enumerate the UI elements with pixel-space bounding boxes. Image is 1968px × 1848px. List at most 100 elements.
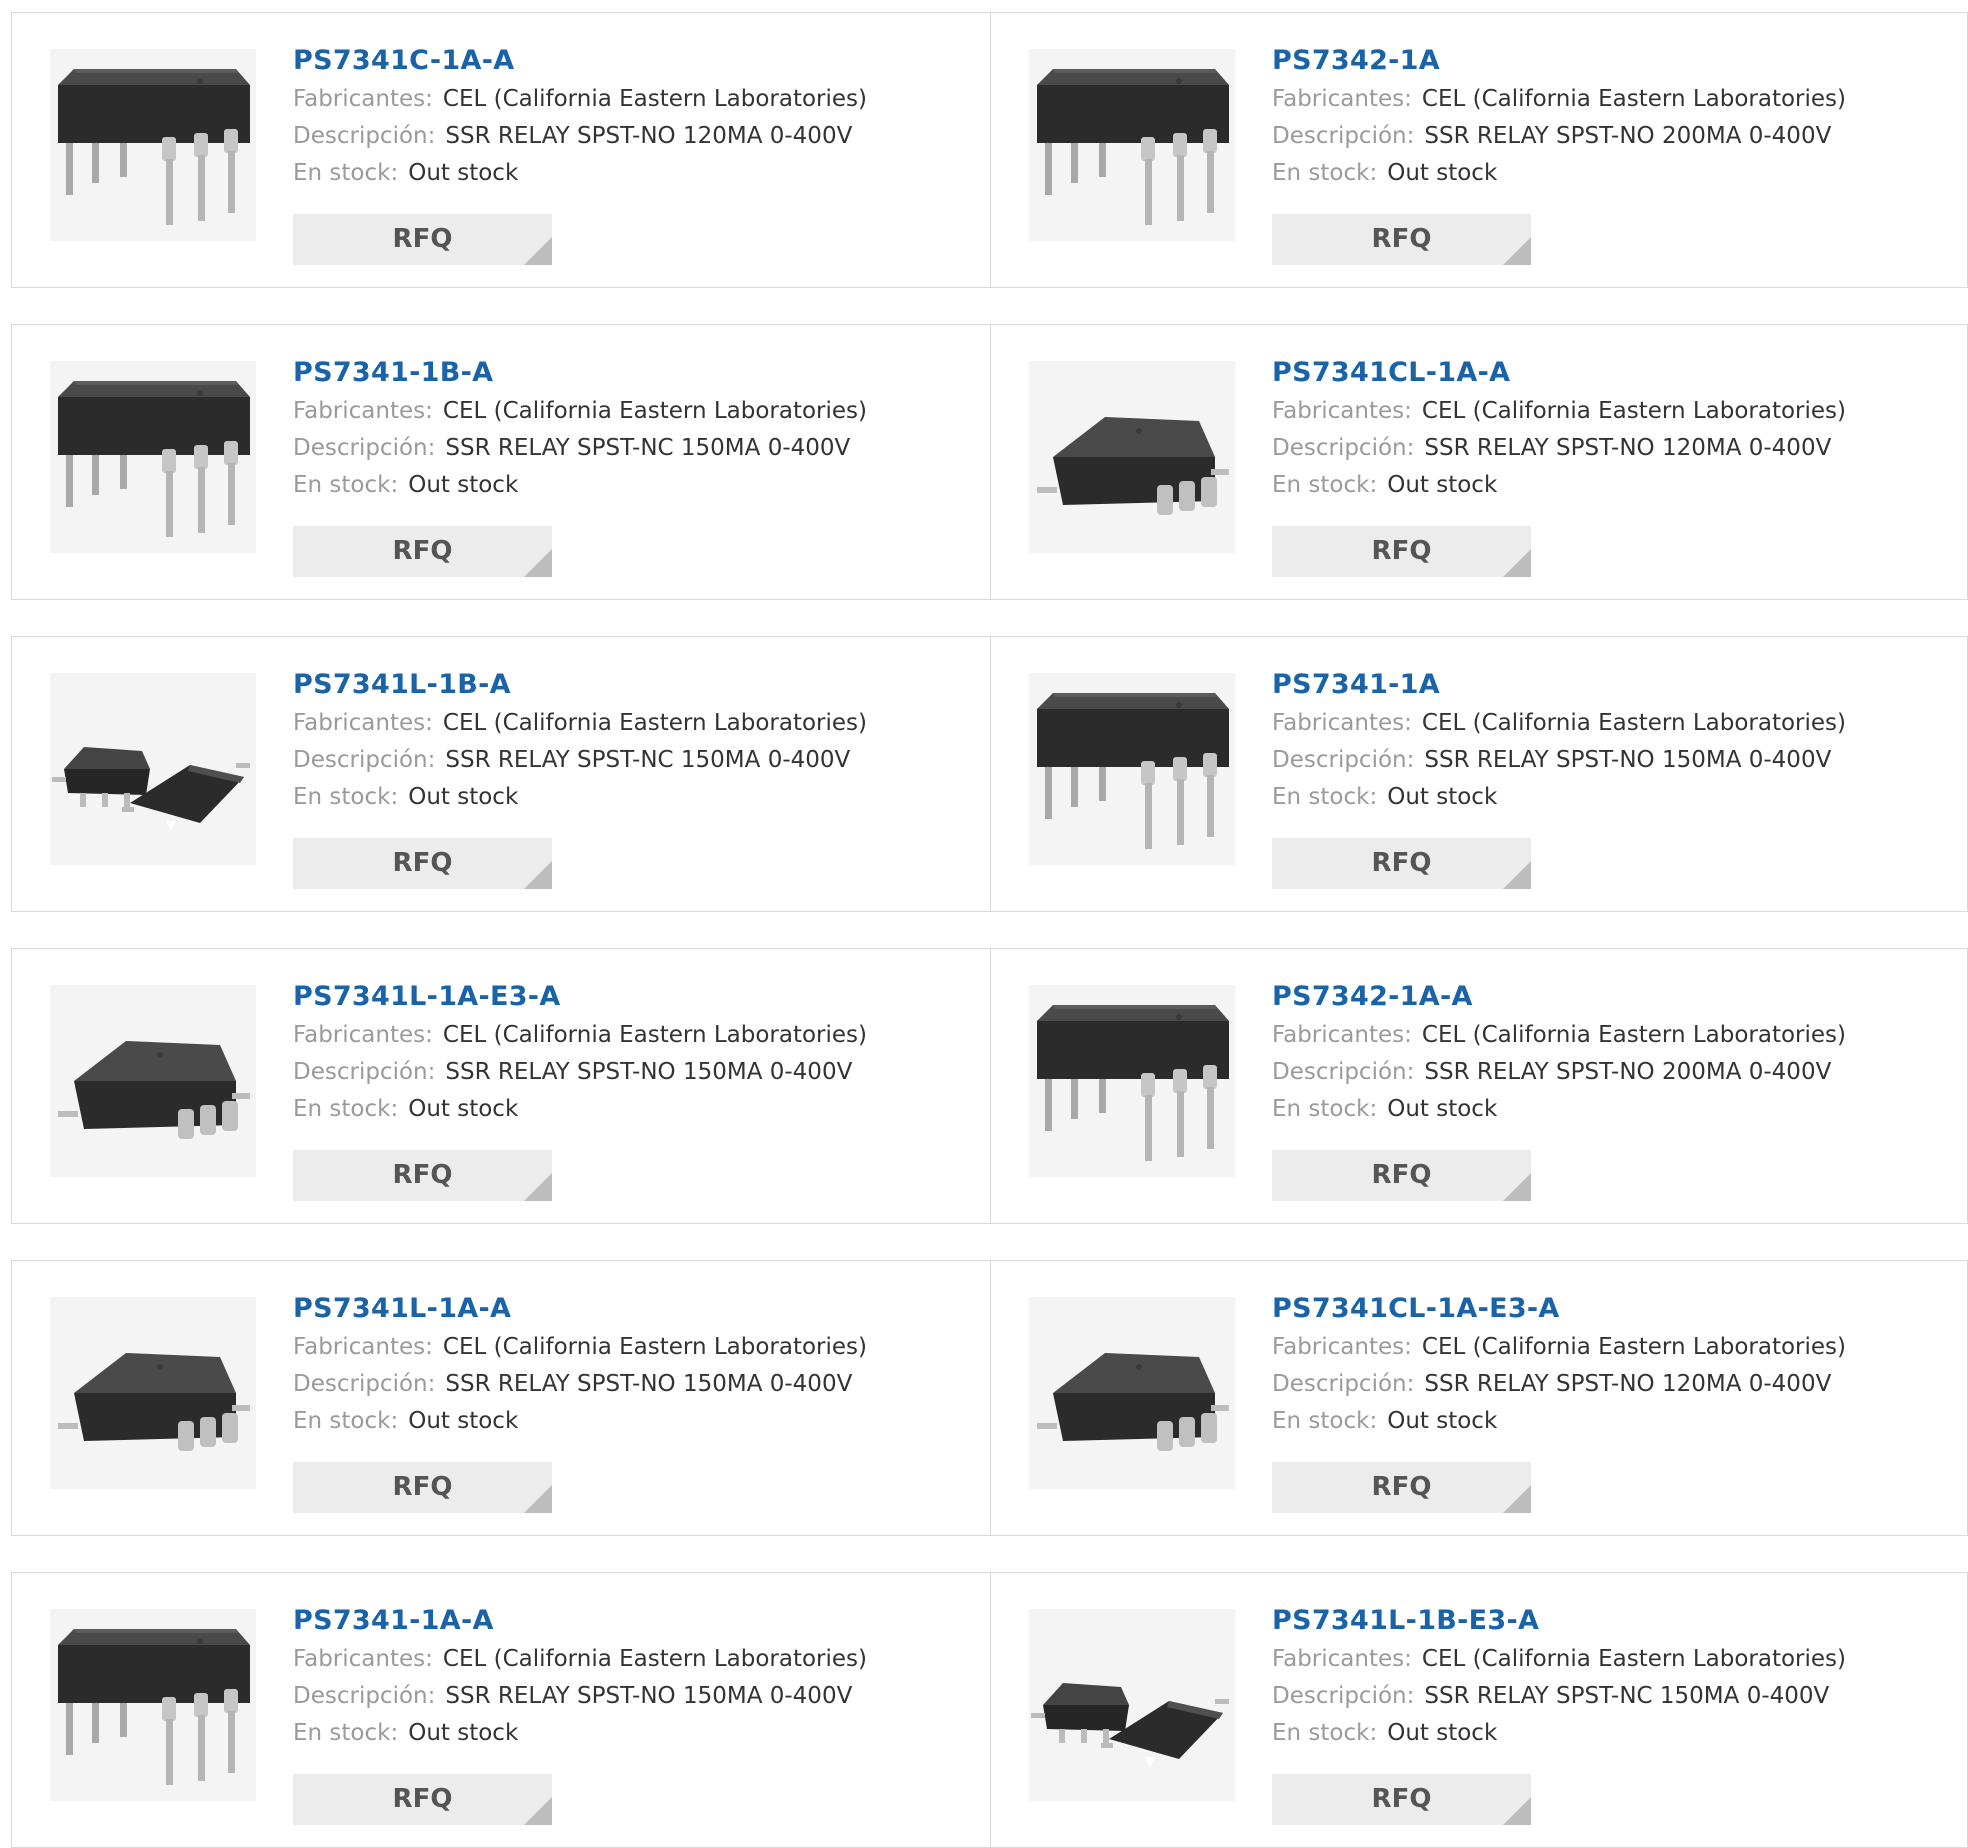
product-image[interactable] bbox=[50, 361, 256, 553]
stock-value: Out stock bbox=[408, 1408, 519, 1434]
part-number-link[interactable]: PS7341CL-1A-E3-A bbox=[1272, 1289, 1932, 1329]
stock-row: En stock: Out stock bbox=[1272, 155, 1932, 192]
product-row: PS7341-1B-A Fabricantes: CEL (California E… bbox=[11, 324, 1968, 600]
description-row: Descripción: SSR RELAY SPST-NO 120MA 0-40… bbox=[293, 118, 953, 155]
corner-triangle-icon bbox=[524, 549, 552, 577]
product-image[interactable] bbox=[50, 49, 256, 241]
product-image[interactable] bbox=[1029, 1609, 1235, 1801]
part-number-link[interactable]: PS7341CL-1A-A bbox=[1272, 353, 1932, 393]
stock-value: Out stock bbox=[408, 784, 519, 810]
product-image[interactable] bbox=[50, 673, 256, 865]
stock-label: En stock: bbox=[293, 1408, 399, 1434]
description-value: SSR RELAY SPST-NC 150MA 0-400V bbox=[445, 747, 851, 773]
description-label: Descripción: bbox=[293, 435, 436, 461]
product-card: PS7341L-1B-A Fabricantes: CEL (California … bbox=[12, 637, 990, 911]
rfq-label: RFQ bbox=[1371, 848, 1432, 878]
manufacturer-label: Fabricantes: bbox=[293, 86, 433, 112]
rfq-button[interactable]: RFQ bbox=[293, 838, 552, 889]
part-number-link[interactable]: PS7341L-1B-E3-A bbox=[1272, 1601, 1932, 1641]
part-number-link[interactable]: PS7341L-1A-E3-A bbox=[293, 977, 953, 1017]
rfq-button[interactable]: RFQ bbox=[1272, 838, 1531, 889]
part-number-link[interactable]: PS7342-1A bbox=[1272, 41, 1932, 81]
product-image[interactable] bbox=[50, 1297, 256, 1489]
rfq-button[interactable]: RFQ bbox=[293, 214, 552, 265]
description-value: SSR RELAY SPST-NC 150MA 0-400V bbox=[1424, 1683, 1830, 1709]
part-number-link[interactable]: PS7341-1B-A bbox=[293, 353, 953, 393]
part-number-link[interactable]: PS7341L-1B-A bbox=[293, 665, 953, 705]
stock-label: En stock: bbox=[293, 1096, 399, 1122]
part-number-link[interactable]: PS7341C-1A-A bbox=[293, 41, 953, 81]
manufacturer-row: Fabricantes: CEL (California Eastern Labo… bbox=[1272, 81, 1932, 118]
manufacturer-row: Fabricantes: CEL (California Eastern Labo… bbox=[293, 393, 953, 430]
description-value: SSR RELAY SPST-NC 150MA 0-400V bbox=[445, 435, 851, 461]
rfq-button[interactable]: RFQ bbox=[293, 1774, 552, 1825]
product-image[interactable] bbox=[50, 1609, 256, 1801]
stock-value: Out stock bbox=[408, 1096, 519, 1122]
product-info: PS7341L-1B-E3-A Fabricantes: CEL (Californ… bbox=[1272, 1601, 1932, 1752]
product-card: PS7341L-1A-A Fabricantes: CEL (California … bbox=[12, 1261, 990, 1535]
description-row: Descripción: SSR RELAY SPST-NC 150MA 0-40… bbox=[293, 430, 953, 467]
manufacturer-label: Fabricantes: bbox=[1272, 1334, 1412, 1360]
product-image[interactable] bbox=[1029, 49, 1235, 241]
description-label: Descripción: bbox=[293, 1371, 436, 1397]
stock-label: En stock: bbox=[1272, 1720, 1378, 1746]
stock-value: Out stock bbox=[1387, 784, 1498, 810]
product-image[interactable] bbox=[1029, 361, 1235, 553]
corner-triangle-icon bbox=[1503, 549, 1531, 577]
rfq-button[interactable]: RFQ bbox=[1272, 1774, 1531, 1825]
part-number-link[interactable]: PS7341L-1A-A bbox=[293, 1289, 953, 1329]
part-number-link[interactable]: PS7341-1A-A bbox=[293, 1601, 953, 1641]
description-value: SSR RELAY SPST-NO 200MA 0-400V bbox=[1424, 1059, 1832, 1085]
stock-value: Out stock bbox=[1387, 1096, 1498, 1122]
product-image[interactable] bbox=[1029, 1297, 1235, 1489]
stock-value: Out stock bbox=[408, 160, 519, 186]
rfq-button[interactable]: RFQ bbox=[1272, 1462, 1531, 1513]
manufacturer-row: Fabricantes: CEL (California Eastern Labo… bbox=[293, 1329, 953, 1366]
description-value: SSR RELAY SPST-NO 150MA 0-400V bbox=[445, 1059, 853, 1085]
part-number-link[interactable]: PS7342-1A-A bbox=[1272, 977, 1932, 1017]
manufacturer-label: Fabricantes: bbox=[293, 398, 433, 424]
stock-label: En stock: bbox=[1272, 784, 1378, 810]
rfq-label: RFQ bbox=[1371, 536, 1432, 566]
product-image[interactable] bbox=[1029, 673, 1235, 865]
rfq-label: RFQ bbox=[1371, 224, 1432, 254]
rfq-button[interactable]: RFQ bbox=[1272, 1150, 1531, 1201]
description-row: Descripción: SSR RELAY SPST-NO 150MA 0-40… bbox=[293, 1054, 953, 1091]
description-label: Descripción: bbox=[293, 747, 436, 773]
manufacturer-row: Fabricantes: CEL (California Eastern Labo… bbox=[1272, 1329, 1932, 1366]
rfq-button[interactable]: RFQ bbox=[293, 1462, 552, 1513]
manufacturer-label: Fabricantes: bbox=[1272, 710, 1412, 736]
manufacturer-row: Fabricantes: CEL (California Eastern Labo… bbox=[1272, 1017, 1932, 1054]
product-card: PS7341L-1B-E3-A Fabricantes: CEL (Californ… bbox=[991, 1573, 1968, 1847]
corner-triangle-icon bbox=[524, 861, 552, 889]
manufacturer-value: CEL (California Eastern Laboratories) bbox=[1421, 86, 1846, 112]
rfq-button[interactable]: RFQ bbox=[1272, 214, 1531, 265]
manufacturer-label: Fabricantes: bbox=[1272, 398, 1412, 424]
description-row: Descripción: SSR RELAY SPST-NO 120MA 0-40… bbox=[1272, 430, 1932, 467]
product-image[interactable] bbox=[50, 985, 256, 1177]
product-image[interactable] bbox=[1029, 985, 1235, 1177]
manufacturer-label: Fabricantes: bbox=[1272, 1022, 1412, 1048]
rfq-label: RFQ bbox=[392, 1472, 453, 1502]
stock-row: En stock: Out stock bbox=[293, 467, 953, 504]
description-label: Descripción: bbox=[1272, 435, 1415, 461]
part-number-link[interactable]: PS7341-1A bbox=[1272, 665, 1932, 705]
product-card: PS7342-1A Fabricantes: CEL (California Eas… bbox=[991, 13, 1968, 287]
stock-row: En stock: Out stock bbox=[1272, 467, 1932, 504]
manufacturer-value: CEL (California Eastern Laboratories) bbox=[442, 1646, 867, 1672]
rfq-button[interactable]: RFQ bbox=[293, 1150, 552, 1201]
description-row: Descripción: SSR RELAY SPST-NO 150MA 0-40… bbox=[293, 1366, 953, 1403]
corner-triangle-icon bbox=[524, 1797, 552, 1825]
rfq-label: RFQ bbox=[392, 1160, 453, 1190]
rfq-button[interactable]: RFQ bbox=[293, 526, 552, 577]
manufacturer-value: CEL (California Eastern Laboratories) bbox=[442, 1334, 867, 1360]
manufacturer-value: CEL (California Eastern Laboratories) bbox=[442, 710, 867, 736]
manufacturer-label: Fabricantes: bbox=[293, 1646, 433, 1672]
description-value: SSR RELAY SPST-NO 120MA 0-400V bbox=[445, 123, 853, 149]
description-value: SSR RELAY SPST-NO 120MA 0-400V bbox=[1424, 1371, 1832, 1397]
rfq-label: RFQ bbox=[392, 1784, 453, 1814]
rfq-button[interactable]: RFQ bbox=[1272, 526, 1531, 577]
description-row: Descripción: SSR RELAY SPST-NO 120MA 0-40… bbox=[1272, 1366, 1932, 1403]
product-grid: PS7341C-1A-A Fabricantes: CEL (California … bbox=[0, 0, 1968, 1848]
stock-label: En stock: bbox=[1272, 160, 1378, 186]
